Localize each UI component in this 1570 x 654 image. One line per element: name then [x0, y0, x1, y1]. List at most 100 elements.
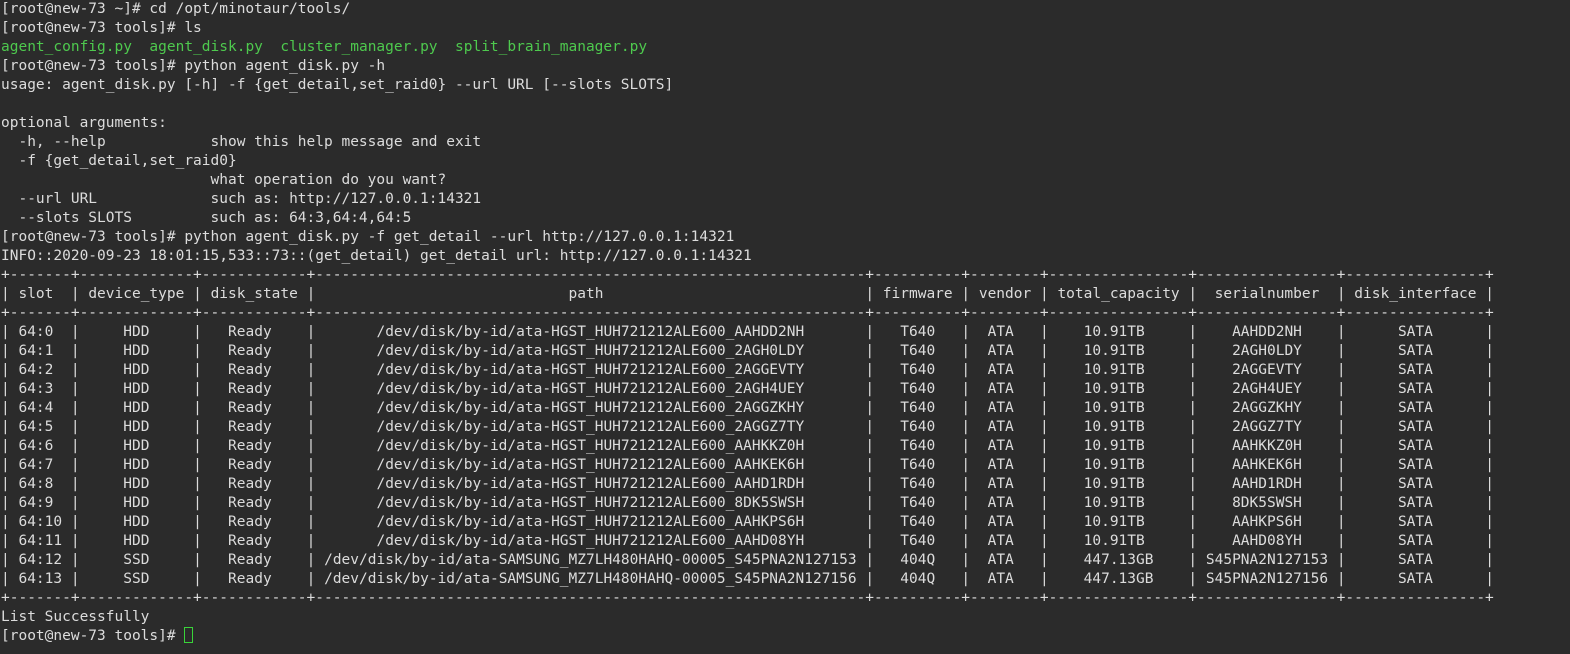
table-cell-device-type: HDD — [123, 362, 150, 378]
table-cell-firmware: T640 — [900, 457, 936, 473]
table-cell-path: /dev/disk/by-id/ata-SAMSUNG_MZ7LH480HAHQ… — [324, 571, 857, 587]
table-cell-serialnumber: AAHKEK6H — [1232, 457, 1302, 473]
table-cell-firmware: T640 — [900, 438, 936, 454]
table-cell-disk-state: Ready — [228, 457, 272, 473]
table-cell-path: /dev/disk/by-id/ata-HGST_HUH721212ALE600… — [376, 400, 805, 416]
table-cell-serialnumber: 2AGH0LDY — [1232, 343, 1302, 359]
table-cell-slot: 64:13 — [18, 571, 63, 587]
shell-prompt: [root@new-73 tools]# — [1, 20, 185, 36]
file-entry: cluster_manager.py — [280, 39, 438, 55]
terminal-line: -h, --help show this help message and ex… — [1, 133, 1570, 152]
table-row: | 64:0 | HDD | Ready | /dev/disk/by-id/a… — [1, 324, 1494, 340]
table-cell-device-type: SSD — [123, 552, 150, 568]
table-cell-disk-interface: SATA — [1397, 476, 1433, 492]
table-cell-device-type: HDD — [123, 438, 150, 454]
shell-prompt: [root@new-73 tools]# — [1, 628, 185, 644]
table-border: +-------+-------------+------------+----… — [1, 590, 1494, 606]
table-cell-firmware: T640 — [900, 362, 936, 378]
table-cell-total-capacity: 10.91TB — [1083, 419, 1145, 435]
table-cell-disk-state: Ready — [228, 571, 272, 587]
table-border: +-------+-------------+------------+----… — [1, 267, 1494, 283]
table-cell-disk-interface: SATA — [1397, 400, 1433, 416]
shell-prompt: [root@new-73 tools]# — [1, 58, 185, 74]
table-row: | 64:8 | HDD | Ready | /dev/disk/by-id/a… — [1, 476, 1494, 492]
terminal-line: --slots SLOTS such as: 64:3,64:4,64:5 — [1, 209, 1570, 228]
table-cell-path: /dev/disk/by-id/ata-HGST_HUH721212ALE600… — [376, 457, 805, 473]
command-text: python agent_disk.py -h — [184, 58, 386, 74]
terminal-line: agent_config.py agent_disk.py cluster_ma… — [1, 38, 1570, 57]
table-cell-path: /dev/disk/by-id/ata-HGST_HUH721212ALE600… — [376, 476, 805, 492]
output-text: --slots SLOTS such as: 64:3,64:4,64:5 — [1, 210, 412, 226]
table-cell-device-type: HDD — [123, 514, 150, 530]
table-cell-path: /dev/disk/by-id/ata-HGST_HUH721212ALE600… — [376, 343, 805, 359]
table-cell-path: /dev/disk/by-id/ata-HGST_HUH721212ALE600… — [376, 438, 805, 454]
table-cell-total-capacity: 447.13GB — [1083, 552, 1154, 568]
table-cell-vendor: ATA — [987, 476, 1014, 492]
table-row: | 64:3 | HDD | Ready | /dev/disk/by-id/a… — [1, 381, 1494, 397]
table-cell-serialnumber: 2AGGZKHY — [1232, 400, 1302, 416]
table-cell-serialnumber: AAHDD2NH — [1232, 324, 1302, 340]
table-cell-path: /dev/disk/by-id/ata-HGST_HUH721212ALE600… — [376, 533, 805, 549]
table-cell-device-type: HDD — [123, 457, 150, 473]
table-row: | 64:4 | HDD | Ready | /dev/disk/by-id/a… — [1, 400, 1494, 416]
table-cell-serialnumber: AAHD08YH — [1232, 533, 1302, 549]
terminal-window[interactable]: [root@new-73 ~]# cd /opt/minotaur/tools/… — [1, 0, 1570, 654]
table-cell-vendor: ATA — [987, 419, 1014, 435]
terminal-line: [root@new-73 ~]# cd /opt/minotaur/tools/ — [1, 0, 1570, 19]
table-row: | 64:13 | SSD | Ready | /dev/disk/by-id/… — [1, 571, 1494, 587]
command-text: ls — [184, 20, 202, 36]
table-cell-total-capacity: 10.91TB — [1083, 381, 1145, 397]
table-cell-path: /dev/disk/by-id/ata-HGST_HUH721212ALE600… — [376, 362, 805, 378]
output-text: what operation do you want? — [1, 172, 447, 188]
table-cell-firmware: T640 — [900, 476, 936, 492]
table-cell-total-capacity: 447.13GB — [1083, 571, 1154, 587]
table-cell-serialnumber: S45PNA2N127156 — [1205, 571, 1329, 587]
table-cell-slot: 64:8 — [18, 476, 54, 492]
table-cell-path: /dev/disk/by-id/ata-HGST_HUH721212ALE600… — [376, 514, 805, 530]
table-cell-device-type: HDD — [123, 419, 150, 435]
terminal-line: optional arguments: — [1, 114, 1570, 133]
table-row: | 64:2 | HDD | Ready | /dev/disk/by-id/a… — [1, 362, 1494, 378]
table-cell-disk-interface: SATA — [1397, 514, 1433, 530]
table-cell-device-type: HDD — [123, 476, 150, 492]
table-cell-serialnumber: serialnumber — [1214, 286, 1320, 302]
terminal-line: [root@new-73 tools]# ls — [1, 19, 1570, 38]
command-text: python agent_disk.py -f get_detail --url… — [184, 229, 735, 245]
table-cell-slot: 64:5 — [18, 419, 54, 435]
table-border: +-------+-------------+------------+----… — [1, 305, 1494, 321]
table-cell-firmware: T640 — [900, 381, 936, 397]
table-cell-device-type: SSD — [123, 571, 150, 587]
table-cell-serialnumber: S45PNA2N127153 — [1205, 552, 1329, 568]
terminal-line: what operation do you want? — [1, 171, 1570, 190]
terminal-line: [root@new-73 tools]# python agent_disk.p… — [1, 228, 1570, 247]
table-cell-firmware: T640 — [900, 419, 936, 435]
table-row: | 64:11 | HDD | Ready | /dev/disk/by-id/… — [1, 533, 1494, 549]
table-cell-disk-interface: SATA — [1397, 552, 1433, 568]
table-cell-vendor: ATA — [987, 552, 1014, 568]
terminal-line: -f {get_detail,set_raid0} — [1, 152, 1570, 171]
table-cell-total-capacity: 10.91TB — [1083, 514, 1145, 530]
table-cell-firmware: T640 — [900, 400, 936, 416]
table-cell-device-type: HDD — [123, 324, 150, 340]
terminal-line: [root@new-73 tools]# — [1, 627, 1570, 646]
status-message: List Successfully — [1, 609, 150, 625]
table-cell-path: /dev/disk/by-id/ata-SAMSUNG_MZ7LH480HAHQ… — [324, 552, 857, 568]
table-cell-firmware: 404Q — [900, 571, 936, 587]
table-cell-slot: 64:2 — [18, 362, 54, 378]
table-cell-firmware: T640 — [900, 514, 936, 530]
text-cursor[interactable] — [184, 627, 194, 643]
table-cell-slot: 64:3 — [18, 381, 54, 397]
output-text: -f {get_detail,set_raid0} — [1, 153, 237, 169]
table-cell-firmware: T640 — [900, 343, 936, 359]
table-cell-disk-interface: SATA — [1397, 533, 1433, 549]
table-cell-total-capacity: 10.91TB — [1083, 362, 1145, 378]
table-cell-slot: 64:10 — [18, 514, 63, 530]
table-cell-vendor: ATA — [987, 343, 1014, 359]
shell-prompt: [root@new-73 ~]# — [1, 1, 150, 17]
table-cell-slot: 64:1 — [18, 343, 54, 359]
table-cell-path: /dev/disk/by-id/ata-HGST_HUH721212ALE600… — [376, 324, 805, 340]
table-cell-total-capacity: 10.91TB — [1083, 476, 1145, 492]
table-cell-disk-state: Ready — [228, 419, 272, 435]
table-cell-disk-interface: SATA — [1397, 571, 1433, 587]
table-cell-disk-state: Ready — [228, 362, 272, 378]
